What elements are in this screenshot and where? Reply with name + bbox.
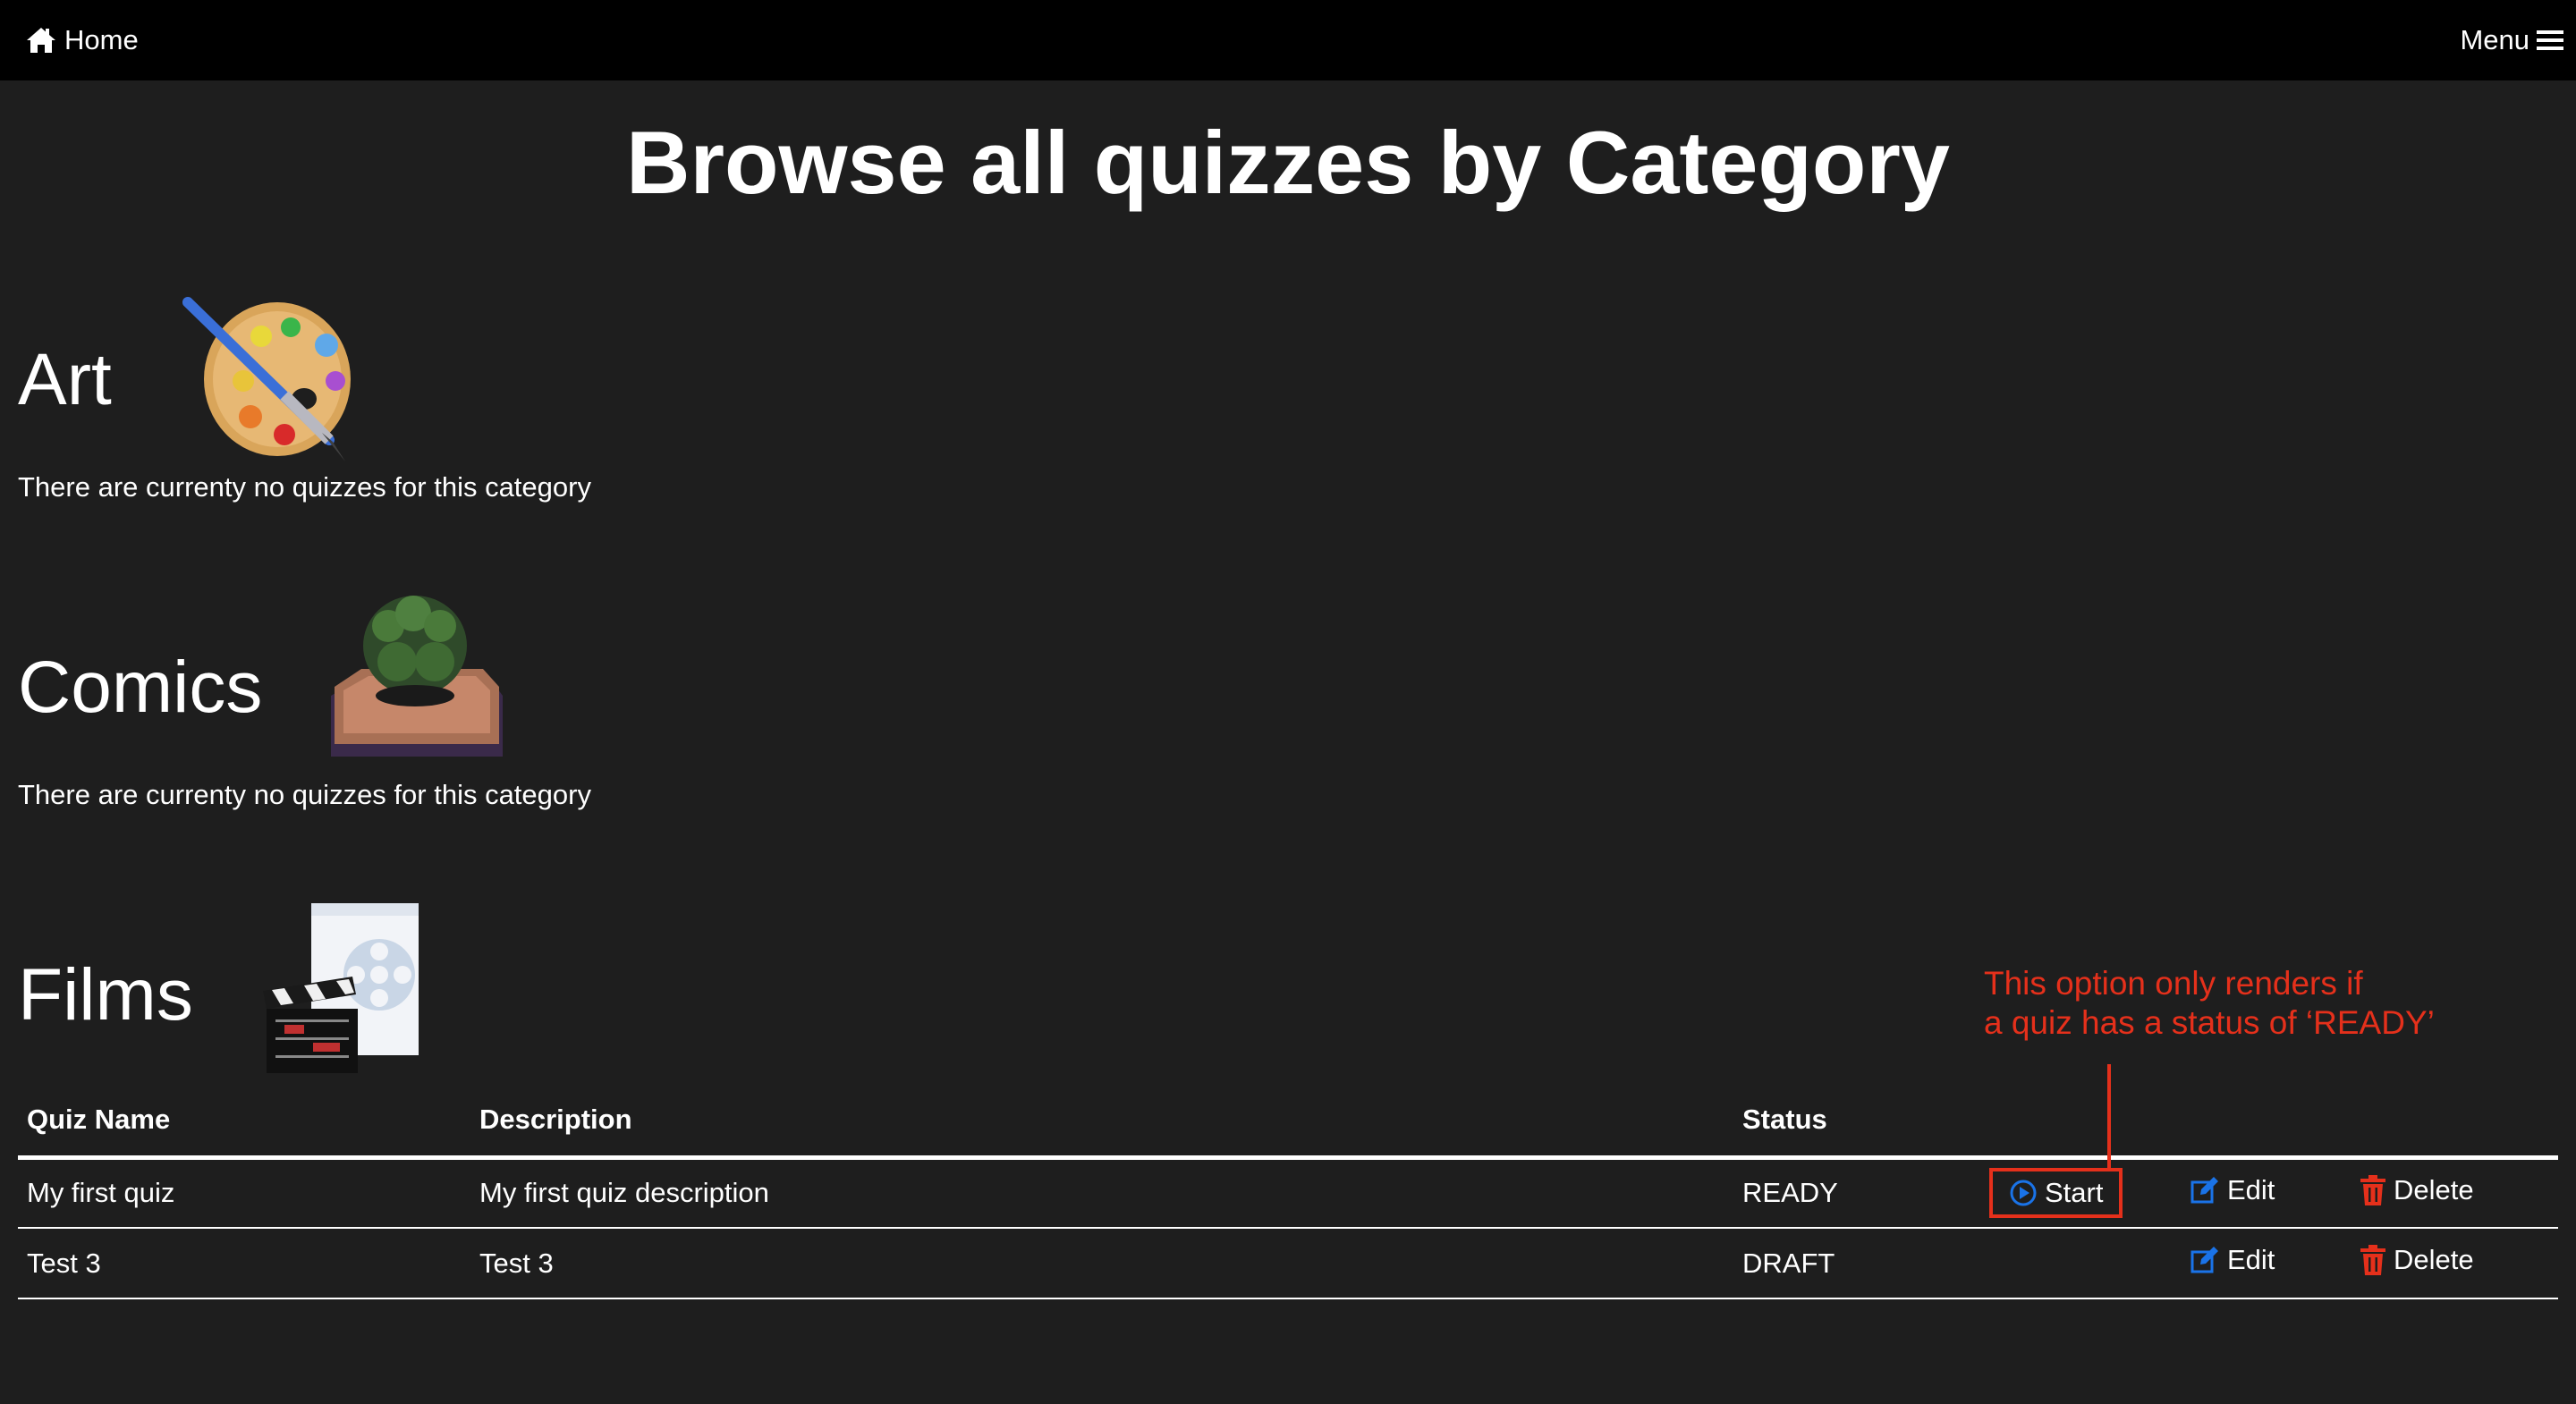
start-button[interactable]: Start: [1989, 1168, 2123, 1219]
annotation-line-1: This option only renders if: [1984, 965, 2363, 1002]
edit-icon: [2190, 1176, 2218, 1204]
category-title-comics: Comics: [18, 647, 263, 728]
palette-icon: [182, 297, 351, 461]
edit-label: Edit: [2227, 1244, 2275, 1275]
table-row: Test 3 Test 3 DRAFT Edit Delete: [18, 1228, 2558, 1299]
edit-cell: Edit: [2181, 1228, 2351, 1299]
delete-label: Delete: [2394, 1244, 2474, 1275]
quiz-status-cell: READY: [1733, 1157, 1993, 1229]
edit-button[interactable]: Edit: [2190, 1174, 2275, 1206]
start-label: Start: [2045, 1177, 2104, 1209]
table-row: My first quiz My first quiz description …: [18, 1157, 2558, 1229]
category-title-films: Films: [18, 954, 193, 1036]
annotation-line-2: a quiz has a status of ‘READY’: [1984, 1004, 2435, 1041]
table-header-row: Quiz Name Description Status: [18, 1085, 2558, 1160]
delete-button[interactable]: Delete: [2360, 1244, 2474, 1276]
edit-button[interactable]: Edit: [2190, 1244, 2275, 1276]
comics-empty-message: There are currenty no quizzes for this c…: [18, 779, 591, 810]
page-title: Browse all quizzes by Category: [626, 113, 1950, 212]
films-quiz-table: Quiz Name Description Status My first qu…: [18, 1085, 2558, 1299]
header-empty: [2351, 1085, 2558, 1160]
top-navbar: Home Menu: [0, 0, 2576, 80]
annotation-note: This option only renders if a quiz has a…: [1984, 964, 2435, 1043]
menu-label: Menu: [2460, 24, 2529, 55]
edit-label: Edit: [2227, 1173, 2275, 1205]
delete-label: Delete: [2394, 1173, 2474, 1205]
header-status: Status: [1733, 1085, 1993, 1160]
play-circle-icon: [2010, 1180, 2037, 1206]
annotation-pointer: [2107, 1064, 2111, 1171]
category-title-art: Art: [18, 339, 112, 420]
quiz-name-cell: Test 3: [18, 1228, 470, 1299]
trash-icon: [2360, 1245, 2385, 1275]
header-quiz-name: Quiz Name: [18, 1085, 470, 1160]
delete-cell: Delete: [2351, 1228, 2558, 1299]
hamburger-icon: [2537, 30, 2563, 50]
home-link[interactable]: Home: [25, 24, 139, 56]
home-label: Home: [64, 24, 139, 55]
art-empty-message: There are currenty no quizzes for this c…: [18, 471, 591, 503]
film-clapper-icon: [263, 903, 419, 1073]
edit-icon: [2190, 1247, 2218, 1273]
delete-button[interactable]: Delete: [2360, 1174, 2474, 1206]
home-icon: [27, 28, 55, 53]
quiz-description-cell: Test 3: [470, 1228, 1733, 1299]
start-cell-empty: [1993, 1228, 2181, 1299]
quiz-name-cell: My first quiz: [18, 1157, 470, 1229]
quiz-description-cell: My first quiz description: [470, 1157, 1733, 1229]
header-empty: [1993, 1085, 2181, 1160]
header-description: Description: [470, 1085, 1733, 1160]
quiz-status-cell: DRAFT: [1733, 1228, 1993, 1299]
delete-cell: Delete: [2351, 1157, 2558, 1229]
start-cell: Start: [1989, 1157, 2181, 1229]
menu-button[interactable]: Menu: [2460, 24, 2563, 56]
comic-fist-icon: [331, 596, 503, 757]
header-empty: [2181, 1085, 2351, 1160]
edit-cell: Edit: [2181, 1157, 2351, 1229]
trash-icon: [2360, 1174, 2385, 1205]
